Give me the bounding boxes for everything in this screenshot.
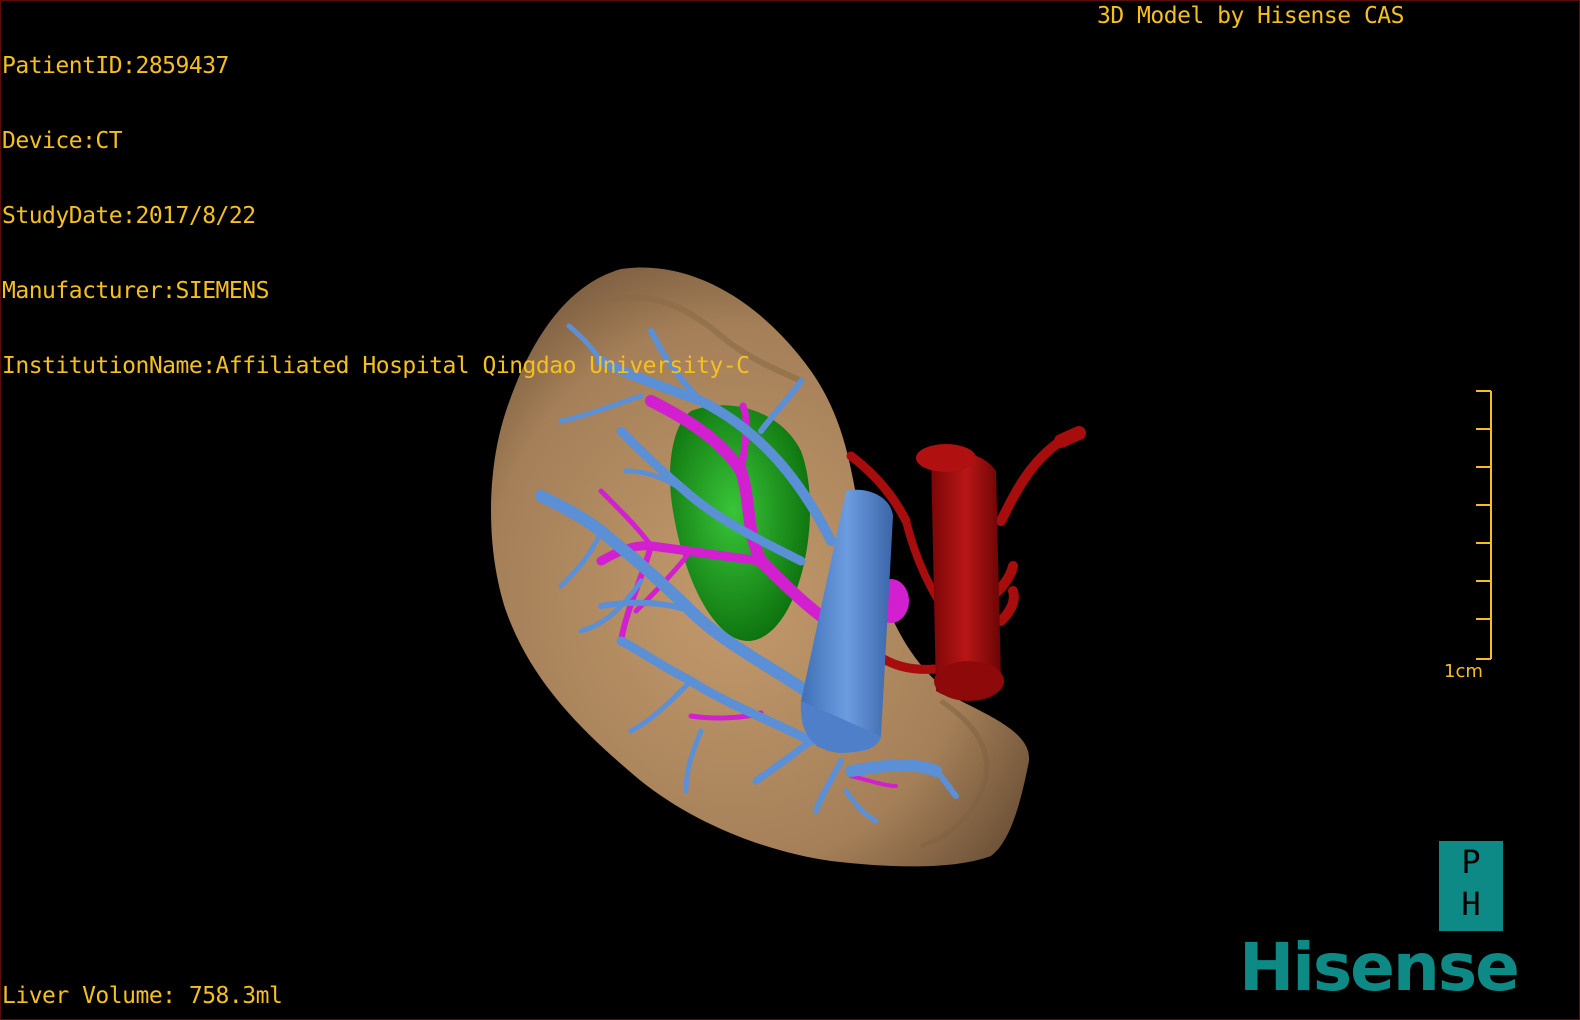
device-label: Device:CT: [2, 128, 123, 154]
patient-info-block: PatientID:2859437 Device:CT StudyDate:20…: [2, 4, 750, 429]
manufacturer-label: Manufacturer:SIEMENS: [2, 278, 269, 304]
hisense-wordmark: Hisense: [1239, 929, 1520, 1006]
ph-logo-badge: P H: [1439, 841, 1503, 931]
scale-bar: [1476, 390, 1492, 660]
scale-bar-label: 1cm: [1444, 661, 1483, 682]
3d-viewport[interactable]: PatientID:2859437 Device:CT StudyDate:20…: [0, 0, 1580, 1020]
aorta: [916, 444, 1004, 701]
badge-letter-top: P: [1461, 843, 1481, 881]
patient-id-label: PatientID:2859437: [2, 53, 229, 79]
institution-label: InstitutionName:Affiliated Hospital Qing…: [2, 353, 750, 379]
badge-letter-bottom: H: [1461, 885, 1481, 923]
liver-volume-label: Liver Volume: 758.3ml: [2, 983, 283, 1009]
model-caption: 3D Model by Hisense CAS: [1097, 3, 1405, 29]
study-date-label: StudyDate:2017/8/22: [2, 203, 256, 229]
